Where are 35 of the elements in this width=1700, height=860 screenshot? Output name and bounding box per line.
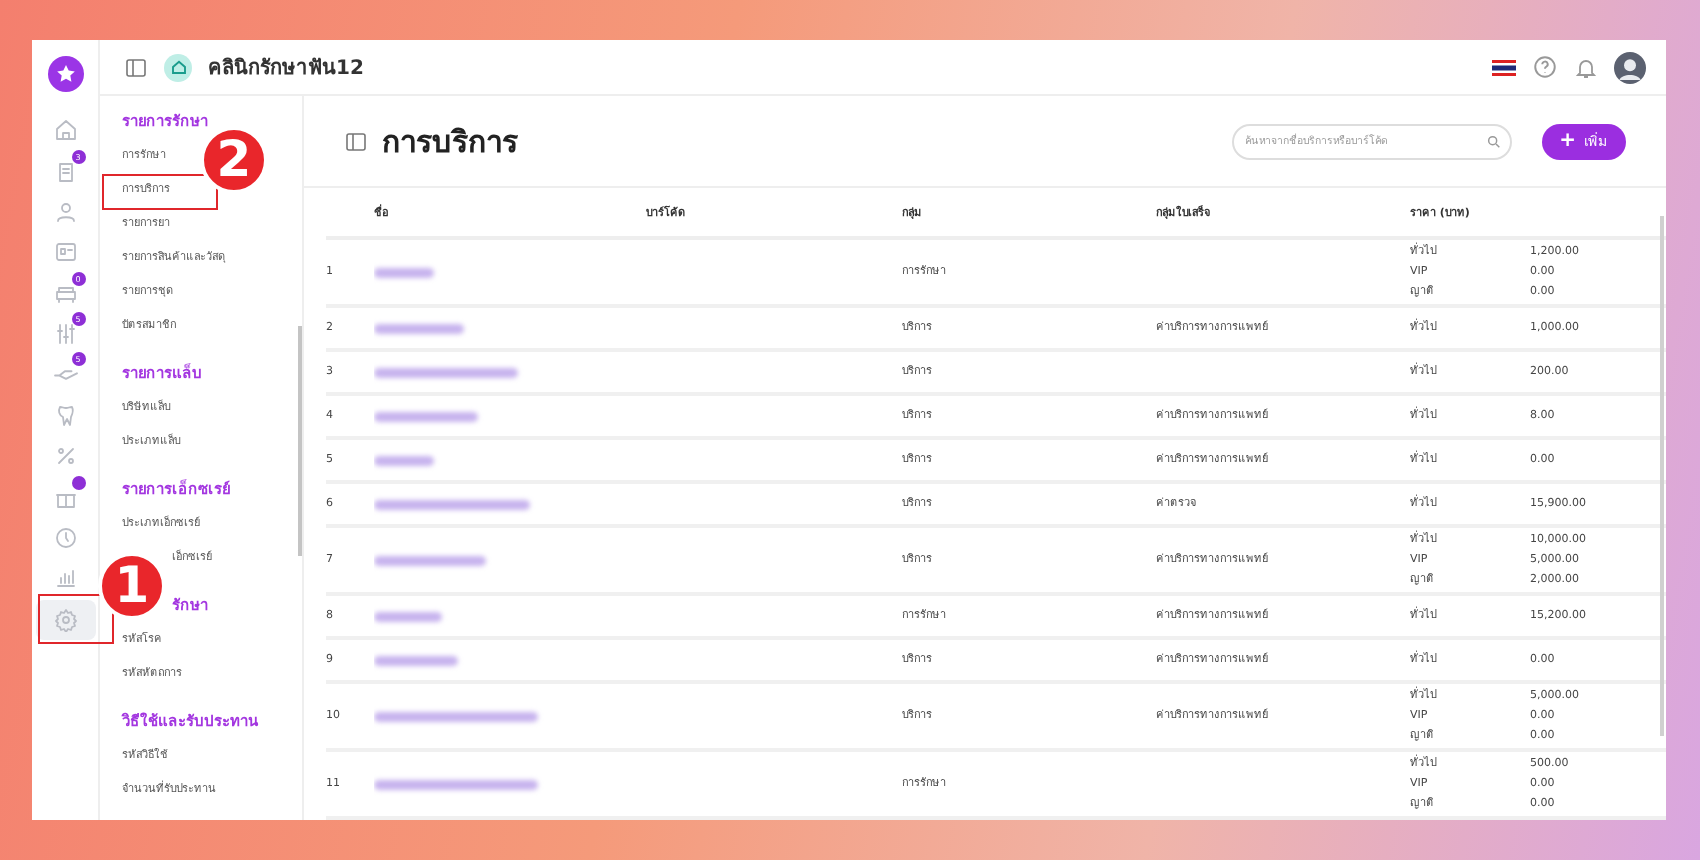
blurred-name xyxy=(374,367,518,377)
sidebar-toggle-icon xyxy=(344,129,368,153)
clipboard-icon xyxy=(53,159,77,184)
home-icon xyxy=(53,118,77,143)
clock-icon xyxy=(53,525,77,550)
help-icon xyxy=(1532,54,1558,80)
blurred-name xyxy=(374,455,434,465)
scrollbar[interactable] xyxy=(298,326,302,556)
clinic-name: คลินิกรักษาฟัน12 xyxy=(208,55,364,82)
settings-icon xyxy=(53,607,77,632)
page-title: การบริการ xyxy=(382,121,518,163)
blurred-name xyxy=(374,555,486,565)
hand-icon xyxy=(53,369,77,380)
bar-chart-icon xyxy=(53,566,77,591)
blurred-name xyxy=(374,323,464,333)
blurred-name xyxy=(374,411,478,421)
scrollbar[interactable] xyxy=(1660,216,1664,736)
nav-item[interactable] xyxy=(35,599,95,640)
sidebar-toggle-icon xyxy=(124,55,148,79)
id-card-icon xyxy=(53,240,77,265)
flag-icon xyxy=(1492,59,1516,75)
sofa-icon xyxy=(53,281,77,306)
search-icon xyxy=(1485,133,1502,149)
bell-icon xyxy=(1574,55,1598,79)
tools-icon xyxy=(53,322,77,347)
tooth-icon xyxy=(53,403,77,428)
blurred-name xyxy=(374,611,442,621)
blurred-name xyxy=(374,267,434,277)
app-logo[interactable] xyxy=(47,56,83,92)
home-icon xyxy=(169,58,187,76)
avatar-icon xyxy=(1614,51,1646,83)
blurred-name xyxy=(374,655,458,665)
person-icon xyxy=(53,199,77,224)
percent-icon xyxy=(53,444,77,469)
star-icon xyxy=(53,62,77,86)
